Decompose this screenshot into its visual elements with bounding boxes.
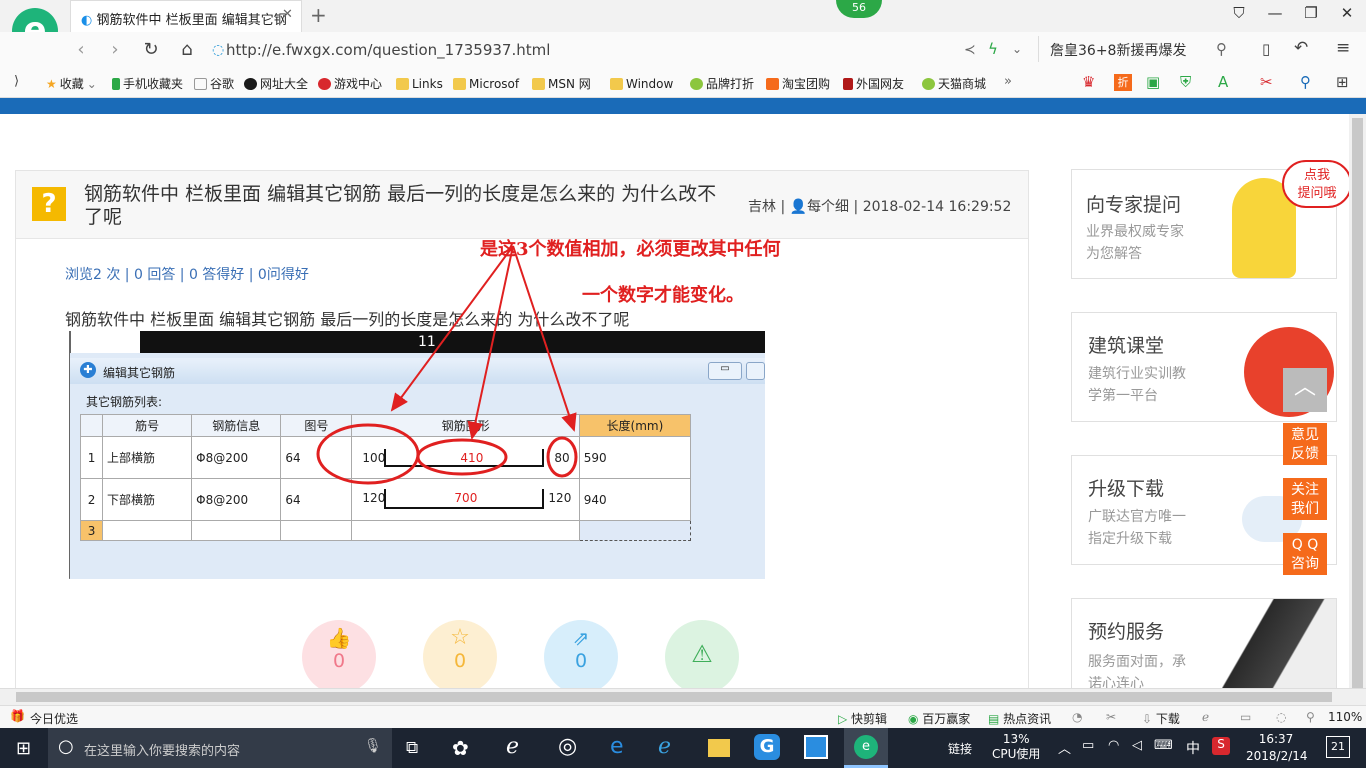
scroll-thumb[interactable] (16, 692, 1332, 702)
news-icon: ▤ (988, 712, 1004, 726)
pinwheel-icon[interactable]: ✿ (452, 736, 469, 760)
qq-consult-button[interactable]: Q Q 咨询 (1283, 533, 1327, 575)
zoom-level[interactable]: 110% (1328, 710, 1362, 724)
status-winner[interactable]: ◉ 百万赢家 (908, 710, 970, 727)
circle-left (316, 423, 420, 485)
back-to-top-button[interactable]: ︿ (1283, 368, 1327, 412)
handshake-photo (1222, 599, 1336, 689)
microphone-icon: 🎙 (364, 738, 382, 754)
sound-icon[interactable]: ◌ (1276, 710, 1286, 724)
task-view-icon[interactable]: ⧉ (406, 738, 418, 758)
windows-start-icon[interactable]: ⊞ (16, 738, 31, 759)
arrow-3 (512, 245, 577, 432)
vertical-scrollbar[interactable] (1349, 114, 1366, 688)
play-icon: ◉ (908, 712, 923, 726)
search-placeholder: 在这里输入你要搜索的内容 (84, 744, 241, 759)
browser-e-icon[interactable]: ℯ (506, 734, 519, 759)
today-pick[interactable]: 今日优选 (30, 710, 78, 727)
warning-icon: ⚠ (691, 640, 713, 668)
status-news[interactable]: ▤ 热点资讯 (988, 710, 1051, 727)
scroll-thumb[interactable] (1352, 118, 1363, 688)
store-icon[interactable] (804, 735, 828, 759)
follow-button[interactable]: 关注 我们 (1283, 478, 1327, 520)
edge-icon[interactable]: e (610, 734, 624, 759)
report-button[interactable]: ⚠ (665, 620, 739, 694)
ie-mode-icon[interactable]: ℯ (1202, 710, 1209, 724)
status-download[interactable]: ⇩ 下载 (1142, 710, 1180, 727)
window-icon[interactable]: ▭ (1240, 710, 1251, 724)
ie-icon[interactable]: ℯ (658, 734, 671, 759)
sogou-icon[interactable]: S (1212, 737, 1230, 755)
taskbar-search[interactable]: ○ 在这里输入你要搜索的内容 🎙 (48, 728, 392, 768)
feedback-button[interactable]: 意见 反馈 (1283, 423, 1327, 465)
status-bar: 🎁 今日优选 ▷ 快剪辑 ◉ 百万赢家 ▤ 热点资讯 ◔ ✂ ⇩ 下载 ℯ ▭ … (0, 705, 1366, 728)
clock[interactable]: 16:37 2018/2/14 (1246, 731, 1308, 765)
keyboard-icon[interactable]: ⌨ (1154, 738, 1173, 753)
zoom-icon[interactable]: ⚲ (1306, 710, 1315, 724)
share-button[interactable]: ⇗ 0 (544, 620, 618, 694)
thumbs-up-icon: 👍 (326, 626, 352, 650)
cortana-icon: ○ (58, 736, 74, 757)
gift-icon: 🎁 (10, 709, 25, 723)
status-clip[interactable]: ▷ 快剪辑 (838, 710, 887, 727)
circle-right (546, 436, 578, 478)
download-icon: ⇩ (1142, 712, 1156, 726)
glodon-icon[interactable]: G (754, 734, 780, 760)
sidebar-card-service[interactable]: 预约服务 服务面对面，承 诺心连心 (1071, 598, 1337, 690)
favorite-button[interactable]: ☆ 0 (423, 620, 497, 694)
circle-mid (416, 438, 508, 476)
taskbar: ⊞ ○ 在这里输入你要搜索的内容 🎙 ⧉ ✿ ℯ ◎ e ℯ G e 链接 13… (0, 728, 1366, 768)
like-button[interactable]: 👍 0 (302, 620, 376, 694)
spiral-icon[interactable]: ◎ (558, 734, 577, 759)
battery-icon[interactable]: ▭ (1082, 738, 1094, 753)
active-browser-task[interactable]: e (844, 728, 888, 768)
ime-indicator[interactable]: 中 (1186, 738, 1200, 758)
speed-icon[interactable]: ◔ (1072, 710, 1082, 724)
notification-badge[interactable]: 21 (1326, 736, 1350, 758)
browser-logo-icon: e (854, 735, 878, 759)
wifi-icon[interactable]: ◠ (1108, 738, 1119, 753)
cpu-meter[interactable]: 13% CPU使用 (992, 732, 1040, 762)
links-label[interactable]: 链接 (948, 740, 972, 757)
share-icon: ⇗ (572, 626, 590, 650)
sidebar-card-ask[interactable]: 向专家提问 业界最权威专家 为您解答 点我 提问哦 (1071, 160, 1352, 279)
horizontal-scrollbar[interactable] (0, 688, 1366, 705)
ask-bubble[interactable]: 点我 提问哦 (1282, 160, 1352, 208)
file-explorer-icon[interactable] (708, 739, 730, 757)
tools-icon[interactable]: ✂ (1106, 710, 1116, 724)
clip-icon: ▷ (838, 712, 852, 726)
star-icon: ☆ (450, 625, 470, 650)
tray-up-icon[interactable]: ︿ (1058, 738, 1071, 757)
volume-icon[interactable]: ◁ (1132, 738, 1142, 753)
